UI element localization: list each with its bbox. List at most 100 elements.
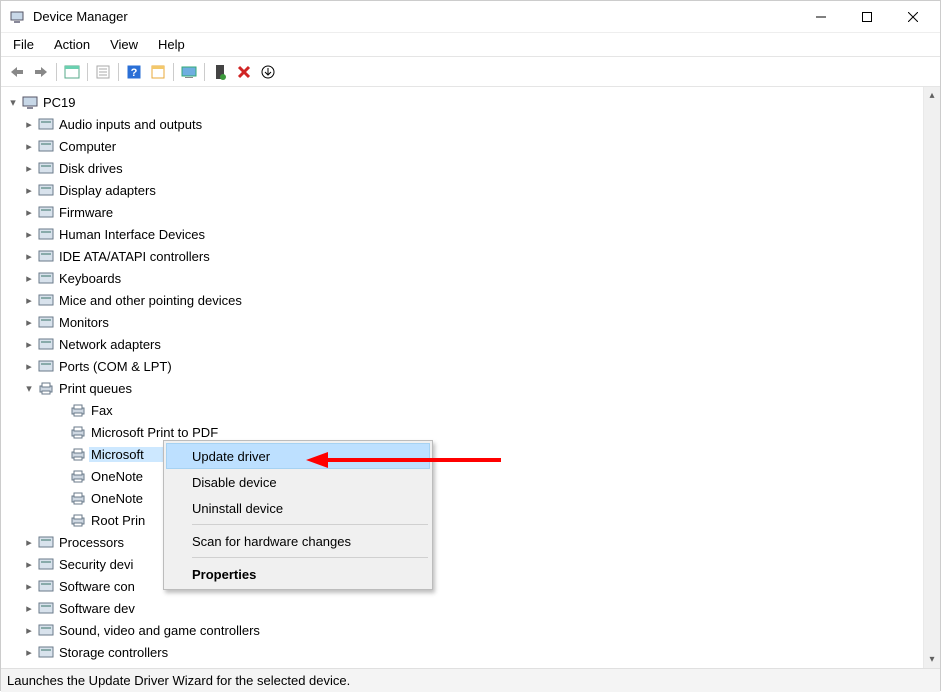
tree-category[interactable]: ▸Sound, video and game controllers xyxy=(1,619,923,641)
ide-icon xyxy=(37,248,55,264)
tree-category[interactable]: ▸Software dev xyxy=(1,597,923,619)
help-icon[interactable]: ? xyxy=(122,60,146,84)
tree-category[interactable]: ▸Keyboards xyxy=(1,267,923,289)
chevron-right-icon[interactable]: ▸ xyxy=(21,138,37,154)
vertical-scrollbar[interactable]: ▴ ▾ xyxy=(923,87,940,668)
chevron-right-icon[interactable]: ▸ xyxy=(21,600,37,616)
tree-device-label: Microsoft Print to PDF xyxy=(89,425,220,440)
chevron-right-icon[interactable]: ▸ xyxy=(21,270,37,286)
tree-device-label: Fax xyxy=(89,403,115,418)
chevron-right-icon[interactable]: ▸ xyxy=(21,358,37,374)
status-text: Launches the Update Driver Wizard for th… xyxy=(7,673,350,688)
scan-icon[interactable] xyxy=(177,60,201,84)
chevron-right-icon[interactable]: ▸ xyxy=(21,622,37,638)
tree-category[interactable]: ▸ Storage controllers xyxy=(1,641,923,663)
forward-arrow-icon[interactable] xyxy=(29,60,53,84)
minimize-button[interactable] xyxy=(798,1,844,33)
arrow-down-icon[interactable] xyxy=(256,60,280,84)
ctx-item-label: Properties xyxy=(192,567,256,582)
chevron-down-icon[interactable]: ▾ xyxy=(5,94,21,110)
window-controls xyxy=(798,1,936,33)
tree-category[interactable]: ▸Disk drives xyxy=(1,157,923,179)
tree-category[interactable]: ▸ Audio inputs and outputs xyxy=(1,113,923,135)
chevron-right-icon[interactable]: ▸ xyxy=(21,116,37,132)
tree-device[interactable]: Microsoft Print to PDF xyxy=(1,421,923,443)
processor-icon xyxy=(37,534,55,550)
tree-category[interactable]: ▸Security devi xyxy=(1,553,923,575)
tree-device[interactable]: Root Prin xyxy=(1,509,923,531)
ctx-update-driver[interactable]: Update driver xyxy=(166,443,430,469)
uninstall-icon[interactable] xyxy=(232,60,256,84)
tree-category[interactable]: ▸Firmware xyxy=(1,201,923,223)
tree-category[interactable]: ▸Ports (COM & LPT) xyxy=(1,355,923,377)
ports-icon xyxy=(37,358,55,374)
computer-icon xyxy=(37,138,55,154)
software-icon xyxy=(37,578,55,594)
tree-device[interactable]: Microsoft xyxy=(1,443,923,465)
ctx-scan-hardware[interactable]: Scan for hardware changes xyxy=(166,528,430,554)
chevron-down-icon[interactable]: ▾ xyxy=(21,380,37,396)
tree-category[interactable]: ▸Processors xyxy=(1,531,923,553)
tree-category[interactable]: ▸Software con xyxy=(1,575,923,597)
update-driver-icon[interactable] xyxy=(208,60,232,84)
device-manager-icon xyxy=(9,9,25,25)
menu-view[interactable]: View xyxy=(102,35,150,54)
scroll-down-icon[interactable]: ▾ xyxy=(924,651,940,668)
ctx-item-label: Disable device xyxy=(192,475,277,490)
network-icon xyxy=(37,336,55,352)
ctx-item-label: Uninstall device xyxy=(192,501,283,516)
menu-help[interactable]: Help xyxy=(150,35,197,54)
tree-device[interactable]: OneNote xyxy=(1,465,923,487)
chevron-right-icon[interactable]: ▸ xyxy=(21,556,37,572)
tree-category[interactable]: ▸Network adapters xyxy=(1,333,923,355)
properties-icon[interactable] xyxy=(91,60,115,84)
maximize-button[interactable] xyxy=(844,1,890,33)
tree-device[interactable]: OneNote xyxy=(1,487,923,509)
chevron-right-icon[interactable]: ▸ xyxy=(21,644,37,660)
tree-device-label: OneNote xyxy=(89,469,145,484)
chevron-right-icon[interactable]: ▸ xyxy=(21,314,37,330)
show-hidden-icon[interactable] xyxy=(60,60,84,84)
security-icon xyxy=(37,556,55,572)
tree-category-label: Storage controllers xyxy=(57,645,170,660)
ctx-uninstall-device[interactable]: Uninstall device xyxy=(166,495,430,521)
tree-category[interactable]: ▸Monitors xyxy=(1,311,923,333)
chevron-right-icon[interactable]: ▸ xyxy=(21,226,37,242)
chevron-right-icon[interactable]: ▸ xyxy=(21,160,37,176)
tree-category[interactable]: ▸ IDE ATA/ATAPI controllers xyxy=(1,245,923,267)
keyboard-icon xyxy=(37,270,55,286)
content-area: ▾ PC19 ▸ Audio inputs and outputs ▸ Compute… xyxy=(1,87,940,668)
chevron-right-icon[interactable]: ▸ xyxy=(21,292,37,308)
chevron-right-icon[interactable]: ▸ xyxy=(21,534,37,550)
tree-category[interactable]: ▸ Display adapters xyxy=(1,179,923,201)
chevron-right-icon[interactable]: ▸ xyxy=(21,336,37,352)
tree-category[interactable]: ▸Human Interface Devices xyxy=(1,223,923,245)
menu-action[interactable]: Action xyxy=(46,35,102,54)
tree-root[interactable]: ▾ PC19 xyxy=(1,91,923,113)
tree-category[interactable]: ▸ Computer xyxy=(1,135,923,157)
chevron-right-icon[interactable]: ▸ xyxy=(21,182,37,198)
tree-category-label: IDE ATA/ATAPI controllers xyxy=(57,249,212,264)
ctx-properties[interactable]: Properties xyxy=(166,561,430,587)
tree-category-label: Computer xyxy=(57,139,118,154)
tree-category[interactable]: ▾ Print queues xyxy=(1,377,923,399)
spacer xyxy=(53,468,69,484)
device-tree[interactable]: ▾ PC19 ▸ Audio inputs and outputs ▸ Compute… xyxy=(1,87,923,668)
printer-icon xyxy=(69,490,87,506)
tree-device[interactable]: Fax xyxy=(1,399,923,421)
tree-category-label: Display adapters xyxy=(57,183,158,198)
back-arrow-icon[interactable] xyxy=(5,60,29,84)
tree-category[interactable]: ▸Mice and other pointing devices xyxy=(1,289,923,311)
chevron-right-icon[interactable]: ▸ xyxy=(21,578,37,594)
toolbar-separator xyxy=(173,63,174,81)
disk-icon xyxy=(37,160,55,176)
scroll-up-icon[interactable]: ▴ xyxy=(924,87,940,104)
tree-category-label: Print queues xyxy=(57,381,134,396)
chevron-right-icon[interactable]: ▸ xyxy=(21,204,37,220)
close-button[interactable] xyxy=(890,1,936,33)
ctx-disable-device[interactable]: Disable device xyxy=(166,469,430,495)
menu-file[interactable]: File xyxy=(5,35,46,54)
detail-icon[interactable] xyxy=(146,60,170,84)
tree-category-label: Audio inputs and outputs xyxy=(57,117,204,132)
chevron-right-icon[interactable]: ▸ xyxy=(21,248,37,264)
